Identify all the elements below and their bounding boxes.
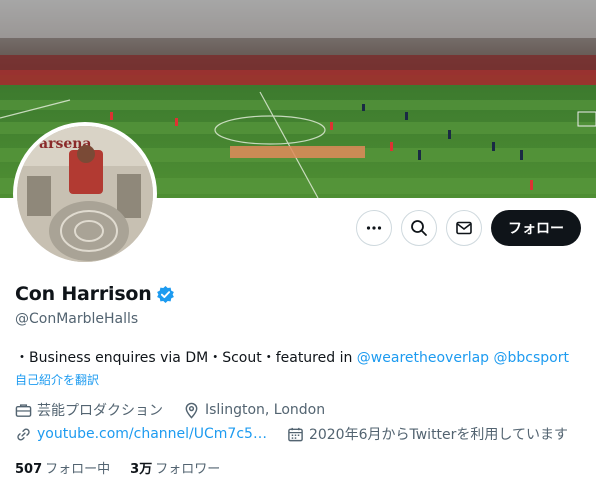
following-count: 507 [15, 462, 43, 477]
followers-stat[interactable]: 3万 フォロワー [130, 458, 220, 477]
search-icon [411, 220, 427, 236]
profile-meta-2: youtube.com/channel/UCm7c5… 2020年6月からTwi… [15, 424, 568, 444]
verified-badge-icon[interactable] [156, 285, 175, 304]
translate-bio-link[interactable]: 自己紹介を翻訳 [15, 371, 99, 388]
bio-text: ・Business enquires via DM・Scout・featured… [15, 350, 357, 366]
following-stat[interactable]: 507 フォロー中 [15, 458, 110, 477]
name-row: Con Harrison [15, 283, 175, 305]
location-text: Islington, London [205, 402, 326, 418]
avatar-image: arsena [17, 126, 153, 262]
profile-actions: フォロー [356, 210, 581, 246]
profile-bio: ・Business enquires via DM・Scout・featured… [15, 347, 569, 367]
search-button[interactable] [401, 210, 437, 246]
following-label: フォロー中 [45, 462, 111, 477]
profile-stats: 507 フォロー中 3万 フォロワー [15, 458, 220, 477]
more-button[interactable] [356, 210, 392, 246]
website-link[interactable]: youtube.com/channel/UCm7c5… [37, 426, 267, 442]
profile-avatar[interactable]: arsena [13, 122, 157, 266]
profile-joined: 2020年6月からTwitterを利用しています [287, 424, 568, 444]
briefcase-icon [15, 403, 32, 417]
link-icon [17, 428, 30, 440]
profile-location: Islington, London [183, 402, 325, 419]
mail-icon [456, 221, 472, 235]
more-horizontal-icon [366, 226, 382, 230]
user-handle: @ConMarbleHalls [15, 311, 139, 327]
profile-meta: 芸能プロダクション Islington, London [15, 400, 325, 420]
followers-count: 3万 [130, 462, 153, 477]
profile-category: 芸能プロダクション [15, 400, 163, 420]
followers-label: フォロワー [155, 462, 221, 477]
joined-text: 2020年6月からTwitterを利用しています [308, 427, 568, 443]
profile-website: youtube.com/channel/UCm7c5… [15, 426, 267, 443]
bio-mention-link[interactable]: @wearetheoverlap [357, 350, 489, 366]
follow-button[interactable]: フォロー [491, 210, 581, 246]
category-text: 芸能プロダクション [37, 403, 163, 419]
display-name: Con Harrison [15, 283, 152, 305]
calendar-icon [288, 427, 303, 441]
location-pin-icon [185, 402, 198, 419]
message-button[interactable] [446, 210, 482, 246]
bio-mention-link[interactable]: @bbcsport [494, 350, 569, 366]
